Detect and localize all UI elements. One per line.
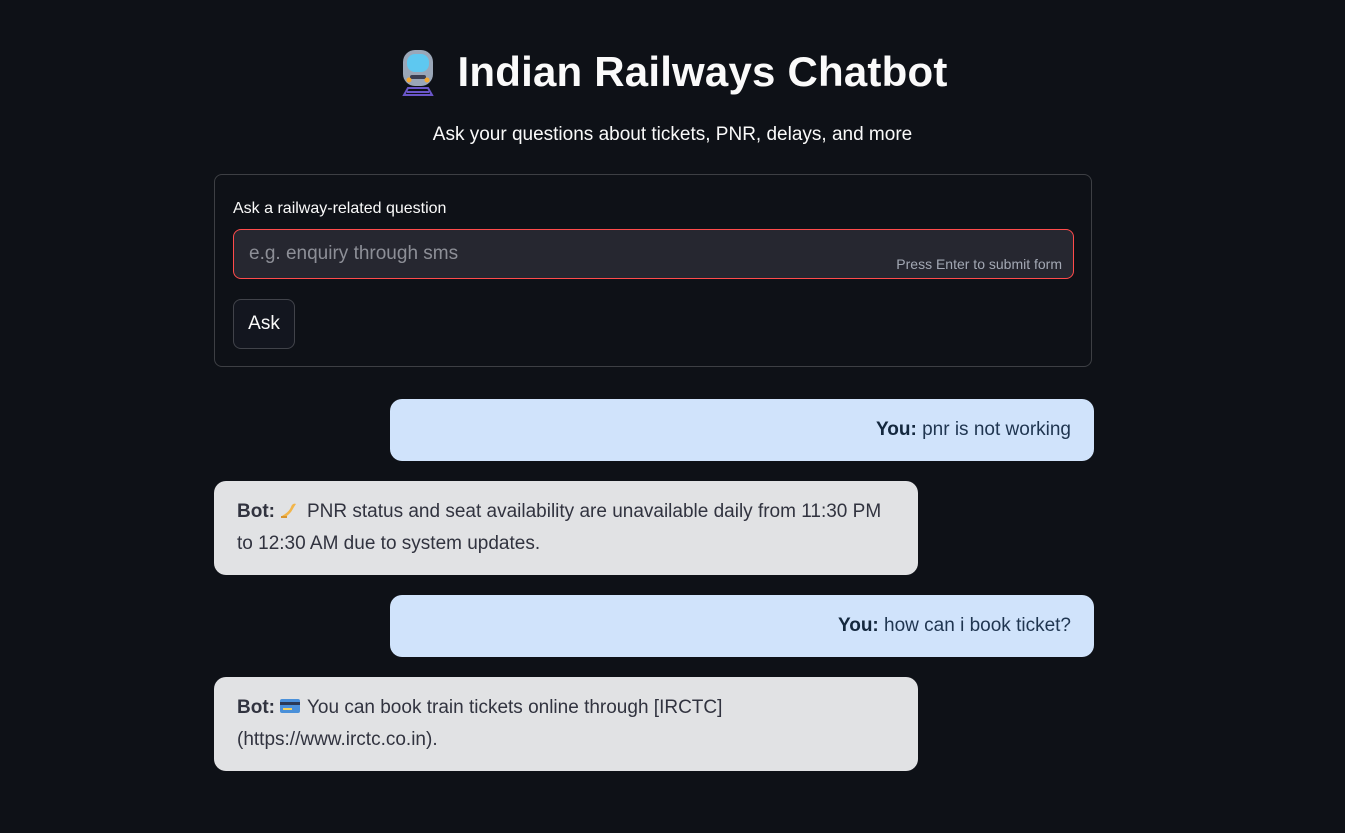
submit-hint: Press Enter to submit form xyxy=(896,256,1062,272)
train-icon xyxy=(398,48,438,96)
question-form: Ask a railway-related question Press Ent… xyxy=(214,174,1092,367)
speaker-label: You: xyxy=(837,615,879,636)
message-text: pnr is not working xyxy=(922,419,1071,440)
title-text: Indian Railways Chatbot xyxy=(457,48,948,95)
app-root: Indian Railways Chatbot Ask your questio… xyxy=(0,0,1345,833)
credit-card-icon xyxy=(279,695,301,715)
speaker-label: Bot: xyxy=(237,501,275,522)
chat-message-user: You: how can i book ticket? xyxy=(390,595,1094,657)
message-text: PNR status and seat availability are una… xyxy=(237,501,882,554)
speaker-label: Bot: xyxy=(237,697,275,718)
question-label: Ask a railway-related question xyxy=(233,200,447,217)
question-input-wrapper[interactable]: Press Enter to submit form xyxy=(233,229,1074,279)
chat-message-bot: Bot: PNR status and seat availability are… xyxy=(214,481,918,575)
chat-message-user: You: pnr is not working xyxy=(390,399,1094,461)
message-text: You can book train tickets online throug… xyxy=(237,697,723,750)
page-subtitle: Ask your questions about tickets, PNR, d… xyxy=(432,124,913,145)
chat-message-bot: Bot: You can book train tickets online th… xyxy=(214,677,918,771)
message-text: how can i book ticket? xyxy=(884,615,1071,636)
ask-button[interactable]: Ask xyxy=(233,299,295,349)
speaker-label: You: xyxy=(876,419,917,440)
pray-hands-icon xyxy=(279,499,301,519)
page-title: Indian Railways Chatbot xyxy=(0,48,1345,96)
